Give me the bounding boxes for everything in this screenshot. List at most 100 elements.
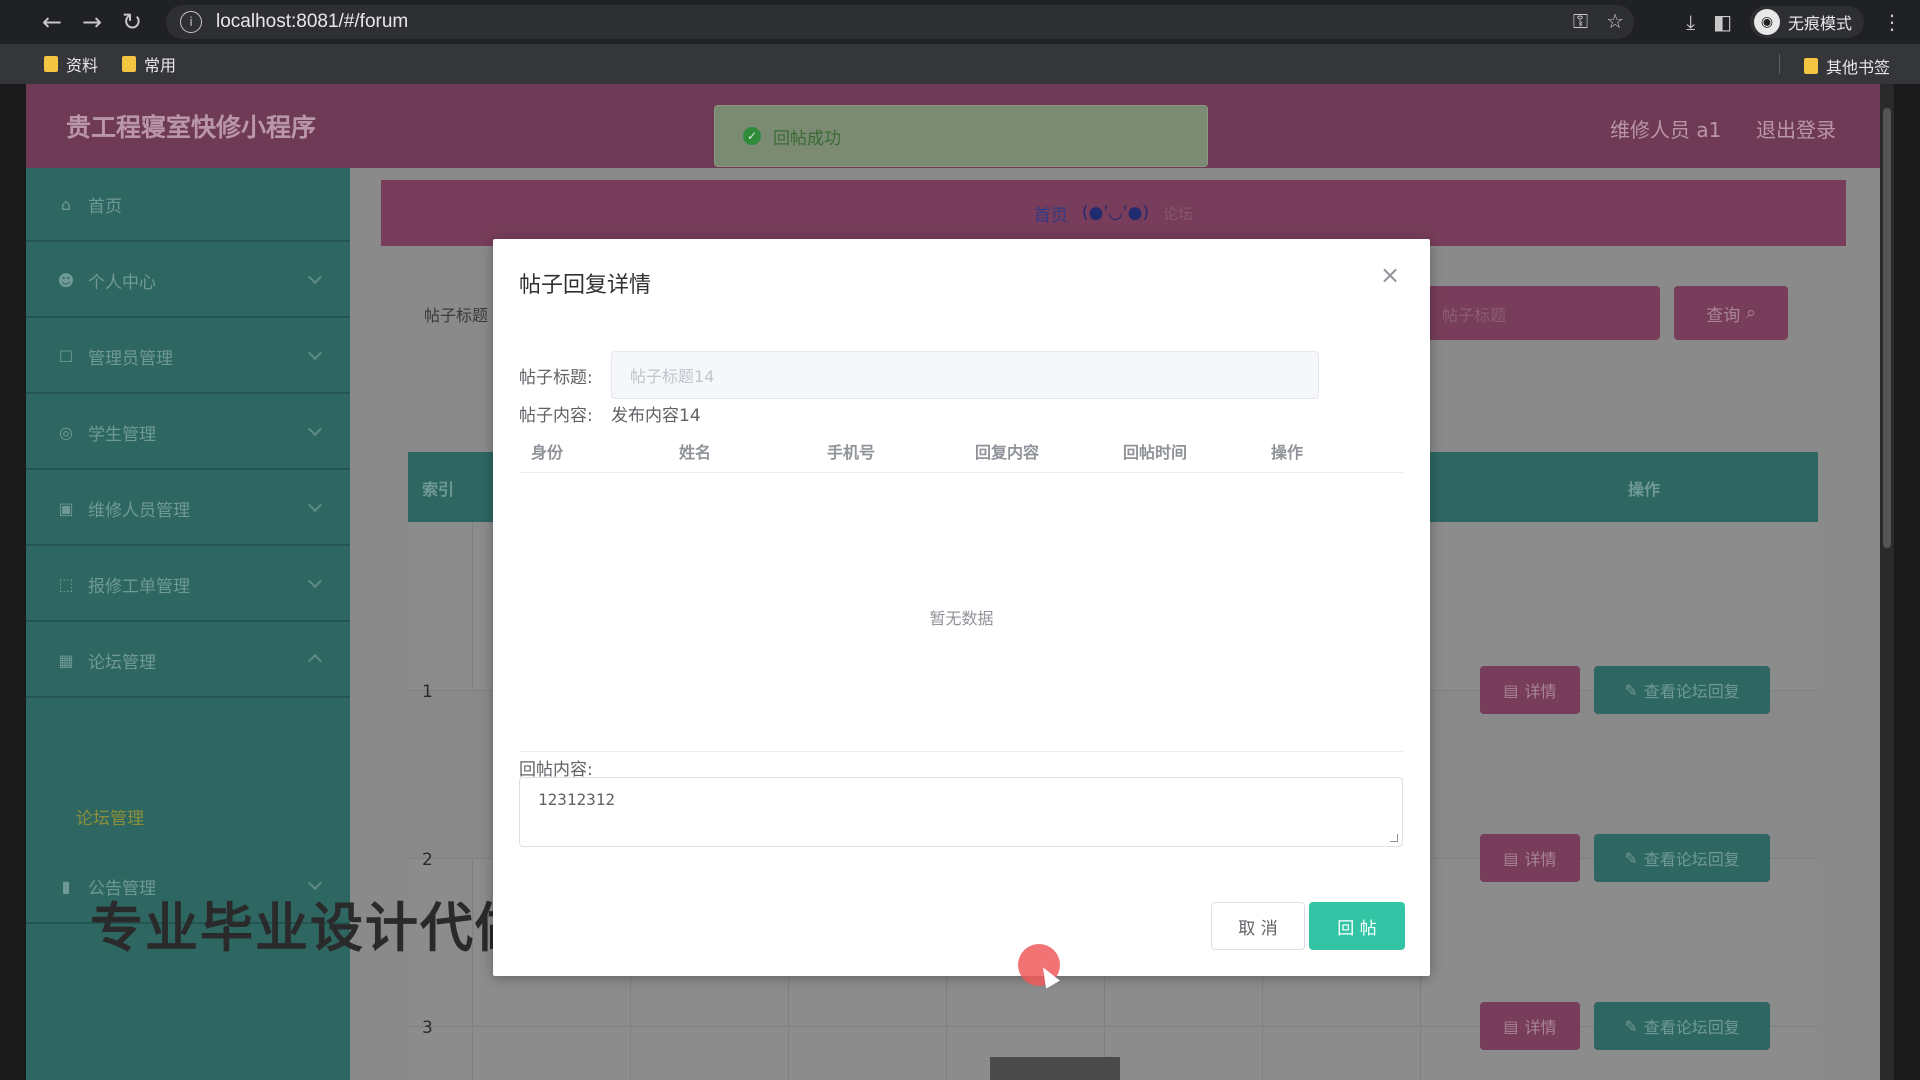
watermark-text: 专业毕业设计代做 <box>90 898 530 959</box>
search-input[interactable]: 帖子标题 <box>1426 286 1660 340</box>
post-title-value: 帖子标题14 <box>630 367 715 386</box>
grid-icon: ▦ <box>58 650 74 670</box>
side-panel-icon[interactable]: ◧ <box>1713 10 1732 34</box>
search-label: 帖子标题 <box>424 306 489 325</box>
post-content-label: 帖子内容: <box>519 406 593 426</box>
edit-icon: ✎ <box>1624 848 1638 868</box>
current-user: 维修人员 a1 <box>1610 118 1722 142</box>
document-icon: ▤ <box>1503 680 1519 700</box>
search-icon: ⌕ <box>1746 303 1756 323</box>
column-operations: 操作 <box>1271 443 1304 462</box>
breadcrumb-bar: 首页 (●'◡'●) 论坛 <box>381 180 1846 246</box>
scrollbar-thumb[interactable] <box>1883 108 1891 548</box>
detail-button-label: 详情 <box>1524 682 1557 701</box>
success-toast: ✓ 回帖成功 <box>714 105 1208 167</box>
reply-content-value: 12312312 <box>538 790 616 809</box>
address-bar[interactable]: i localhost:8081/#/forum ⚿ ☆ <box>166 5 1634 39</box>
sidebar-item-label: 首页 <box>88 196 122 217</box>
breadcrumb-home[interactable]: 首页 <box>1034 201 1068 226</box>
bookmark-label: 其他书签 <box>1825 58 1890 77</box>
download-icon[interactable]: ⤓ <box>1686 10 1695 34</box>
table-bottom-border <box>519 751 1403 752</box>
sidebar-item-repairers[interactable]: ▣ 维修人员管理 <box>26 472 350 546</box>
forward-icon[interactable]: → <box>72 2 112 42</box>
user-icon: ☻ <box>57 270 75 290</box>
replies-table-header: 身份 姓名 手机号 回复内容 回帖时间 操作 <box>519 425 1403 473</box>
dialog-title: 帖子回复详情 <box>519 273 652 298</box>
sidebar-subitem-forum[interactable]: 论坛管理 <box>76 804 144 829</box>
sidebar-item-profile[interactable]: ☻ 个人中心 <box>26 244 350 318</box>
detail-button[interactable]: ▤ 详情 <box>1480 1002 1580 1050</box>
column-phone: 手机号 <box>827 443 876 462</box>
column-index: 索引 <box>422 480 455 499</box>
breadcrumb-emoticon: (●'◡'●) <box>1081 203 1150 223</box>
toast-message: 回帖成功 <box>773 128 841 149</box>
sidebar-item-orders[interactable]: ⬚ 报修工单管理 <box>26 548 350 622</box>
star-icon[interactable]: ☆ <box>1606 9 1624 33</box>
sidebar-item-label: 维修人员管理 <box>88 500 190 521</box>
compass-icon: ◎ <box>59 422 73 442</box>
key-icon[interactable]: ⚿ <box>1573 9 1588 33</box>
query-button-label: 查询 <box>1706 305 1741 326</box>
view-replies-label: 查看论坛回复 <box>1643 682 1740 701</box>
image-icon: ▣ <box>58 498 74 518</box>
submit-reply-button[interactable]: 回 帖 <box>1309 902 1405 950</box>
close-icon[interactable]: × <box>1378 261 1402 289</box>
chevron-up-icon <box>307 653 323 669</box>
column-name: 姓名 <box>679 443 712 462</box>
bookmark-folder[interactable]: 常用 <box>122 52 176 76</box>
sidebar-item-home[interactable]: ⌂ 首页 <box>26 168 350 242</box>
document-icon: ▤ <box>1503 1016 1519 1036</box>
cancel-button[interactable]: 取 消 <box>1211 902 1305 950</box>
other-bookmarks[interactable]: 其他书签 <box>1803 54 1890 78</box>
app-title: 贵工程寝室快修小程序 <box>66 113 317 142</box>
browser-toolbar: ← → ↻ i localhost:8081/#/forum ⚿ ☆ ⤓ ◧ ◉… <box>0 0 1920 44</box>
sidebar-item-label: 学生管理 <box>88 424 156 445</box>
bookmark-folder[interactable]: 资料 <box>44 52 98 76</box>
breadcrumb: 首页 (●'◡'●) 论坛 <box>381 180 1846 246</box>
bookmark-divider <box>1779 54 1780 74</box>
view-replies-label: 查看论坛回复 <box>1643 1018 1740 1037</box>
detail-button-label: 详情 <box>1524 1018 1557 1037</box>
table-row-index: 3 <box>422 1018 433 1038</box>
reply-detail-dialog: 帖子回复详情 × 帖子标题: 帖子标题14 帖子内容: 发布内容14 身份 姓名… <box>493 239 1430 976</box>
sidebar-item-label: 报修工单管理 <box>88 576 190 597</box>
box-icon: ☐ <box>58 346 74 366</box>
chevron-down-icon <box>307 345 323 361</box>
bookmark-label: 资料 <box>66 56 99 75</box>
chevron-down-icon <box>307 421 323 437</box>
bookmarks-bar: 资料 常用 其他书签 <box>0 44 1920 84</box>
post-title-field: 帖子标题14 <box>611 351 1319 399</box>
incognito-badge[interactable]: ◉ 无痕模式 <box>1749 6 1864 38</box>
document-icon: ▤ <box>1503 848 1519 868</box>
table-row-index: 2 <box>422 850 433 870</box>
post-content-value: 发布内容14 <box>611 406 701 426</box>
bookmark-label: 常用 <box>144 56 177 75</box>
resize-handle[interactable] <box>1390 834 1398 842</box>
detail-button[interactable]: ▤ 详情 <box>1480 666 1580 714</box>
logout-link[interactable]: 退出登录 <box>1756 114 1836 143</box>
chevron-down-icon <box>307 573 323 589</box>
edit-icon: ✎ <box>1624 1016 1638 1036</box>
query-button[interactable]: 查询 ⌕ <box>1674 286 1788 340</box>
sidebar-item-students[interactable]: ◎ 学生管理 <box>26 396 350 470</box>
view-replies-button[interactable]: ✎ 查看论坛回复 <box>1594 834 1770 882</box>
folder-icon <box>1803 58 1818 74</box>
post-thumbnail <box>990 1057 1120 1080</box>
reload-icon[interactable]: ↻ <box>112 2 152 42</box>
menu-icon[interactable]: ⋮ <box>1882 10 1902 34</box>
view-replies-button[interactable]: ✎ 查看论坛回复 <box>1594 1002 1770 1050</box>
breadcrumb-current: 论坛 <box>1163 204 1194 223</box>
site-info-icon[interactable]: i <box>180 11 202 33</box>
edit-icon: ✎ <box>1624 680 1638 700</box>
reply-content-textarea[interactable]: 12312312 <box>519 777 1403 847</box>
incognito-label: 无痕模式 <box>1787 14 1852 33</box>
detail-button-label: 详情 <box>1524 850 1557 869</box>
sidebar-item-admin[interactable]: ☐ 管理员管理 <box>26 320 350 394</box>
sidebar-item-forum[interactable]: ▦ 论坛管理 <box>26 624 350 698</box>
view-replies-button[interactable]: ✎ 查看论坛回复 <box>1594 666 1770 714</box>
chevron-down-icon <box>307 269 323 285</box>
detail-button[interactable]: ▤ 详情 <box>1480 834 1580 882</box>
back-icon[interactable]: ← <box>32 2 72 42</box>
column-reply-time: 回帖时间 <box>1123 443 1188 462</box>
